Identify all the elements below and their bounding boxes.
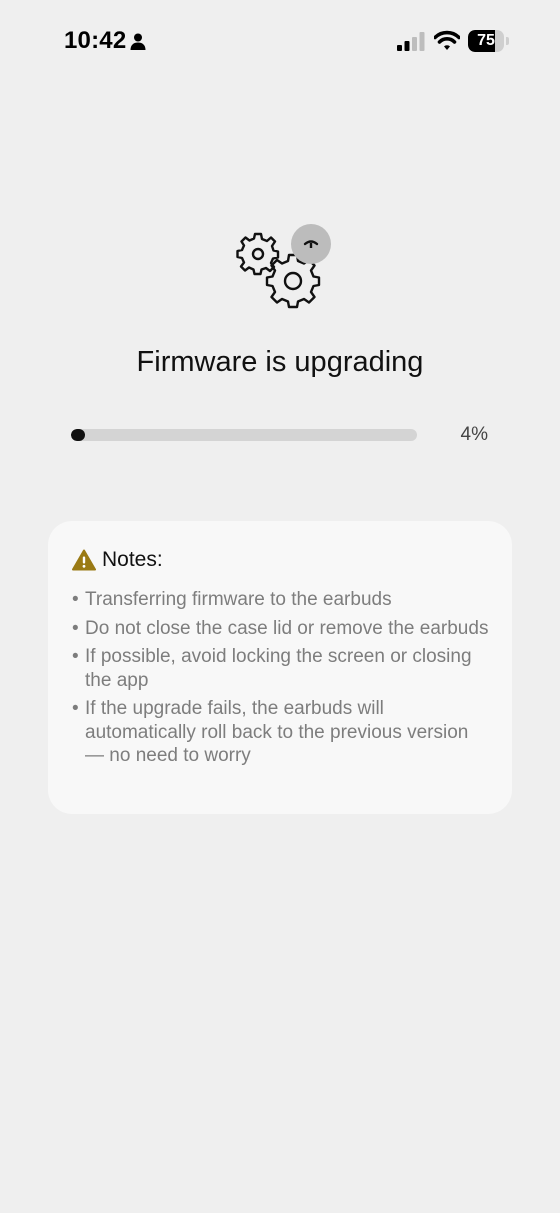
upgrade-progress-fill: [71, 429, 85, 441]
note-text: Do not close the case lid or remove the …: [85, 617, 489, 639]
note-item: • Transferring firmware to the earbuds: [72, 588, 492, 612]
wifi-icon: [434, 30, 460, 50]
note-text: Transferring firmware to the earbuds: [85, 589, 392, 610]
status-bar: 10:42 75: [0, 0, 560, 84]
note-item: • Do not close the case lid or remove th…: [72, 617, 492, 641]
battery-body: 75: [468, 30, 504, 52]
note-text: If the upgrade fails, the earbuds will a…: [85, 698, 469, 766]
note-bullet: •: [72, 617, 79, 639]
upgrade-progress-percent: 4%: [460, 424, 488, 445]
battery-cap: [506, 37, 509, 45]
notes-card: Notes: • Transferring firmware to the ea…: [48, 521, 512, 814]
note-bullet: •: [72, 698, 79, 719]
cellular-signal-icon: [397, 32, 425, 51]
battery-level: 75: [477, 32, 495, 49]
upgrade-progress-bar: [71, 429, 417, 441]
page-title: Firmware is upgrading: [136, 346, 424, 378]
note-item: • If possible, avoid locking the screen …: [72, 645, 492, 692]
note-bullet: •: [72, 589, 79, 610]
notes-list: • Transferring firmware to the earbuds •…: [72, 588, 492, 773]
note-text: If possible, avoid locking the screen or…: [85, 646, 472, 691]
notes-title: Notes:: [102, 548, 163, 571]
note-item: • If the upgrade fails, the earbuds will…: [72, 697, 492, 768]
gears-icon: [236, 224, 331, 309]
battery-icon: 75: [468, 30, 510, 52]
warning-icon: [72, 549, 96, 571]
status-time: 10:42: [64, 27, 127, 54]
person-icon: [130, 33, 146, 50]
note-bullet: •: [72, 646, 79, 667]
